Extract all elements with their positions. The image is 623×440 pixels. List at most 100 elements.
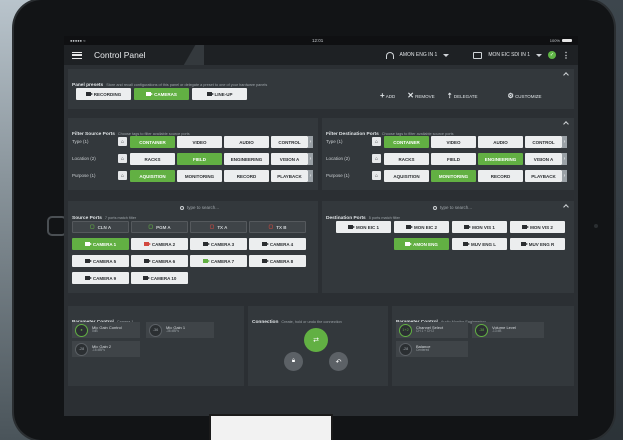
tag-icon[interactable]: ⌂ [118, 137, 127, 146]
port-camera-5[interactable]: CAMERA 5 [72, 255, 129, 267]
tag-icon[interactable]: ⌂ [118, 171, 127, 180]
undo-button[interactable]: ↶ [329, 352, 348, 371]
port-camera-1[interactable]: CAMERA 1 [72, 238, 129, 250]
video-monitor-select[interactable]: MON EIC SDI IN 1 [488, 52, 530, 58]
tag-icon[interactable]: ⌂ [372, 171, 381, 180]
volume-knob[interactable]: -38 [475, 323, 488, 337]
add-button[interactable]: + ADD [380, 91, 395, 100]
port-camera-8[interactable]: CAMERA 8 [249, 255, 306, 267]
type-filter-label: Type (1) [326, 139, 343, 144]
tag-control[interactable]: CONTROL [525, 136, 562, 148]
collapse-icon[interactable] [563, 72, 569, 78]
tag-racks[interactable]: RACKS [130, 153, 175, 165]
tag-icon[interactable]: ⌂ [372, 137, 381, 146]
port-muv-eng-r[interactable]: MUV ENG R [510, 238, 565, 250]
tag-audio[interactable]: AUDIO [478, 136, 523, 148]
tag-field[interactable]: FIELD [431, 153, 476, 165]
tag-icon[interactable]: ⌂ [372, 154, 381, 163]
channel-select[interactable]: 1+2 Channel Select CH 1 + CH 2 [396, 322, 468, 338]
tag-playback[interactable]: PLAYBACK [525, 170, 562, 182]
port-tx-a[interactable]: ▢ TX A [190, 221, 247, 233]
tag-vision-a[interactable]: VISION A [271, 153, 308, 165]
more-options-icon[interactable]: ⋮ [562, 51, 570, 60]
tag-container[interactable]: CONTAINER [130, 136, 175, 148]
connect-button[interactable]: ⇄ [304, 328, 328, 352]
port-cln-a[interactable]: ▢ CLN A [72, 221, 129, 233]
tag-racks[interactable]: RACKS [384, 153, 429, 165]
port-pgm-a[interactable]: ▢ PGM A [131, 221, 188, 233]
collapse-icon[interactable] [563, 121, 569, 127]
port-tx-b[interactable]: ▢ TX B [249, 221, 306, 233]
source-ports-section: Source Ports 7 ports match filter type to… [68, 201, 318, 293]
gain-knob[interactable]: -28 [75, 342, 88, 356]
port-mon-eic-2[interactable]: MON EIC 2 [394, 221, 449, 233]
port-muv-eng-l[interactable]: MUV ENG L [452, 238, 507, 250]
tag-audio[interactable]: AUDIO [224, 136, 269, 148]
chevron-down-icon[interactable] [443, 53, 450, 57]
toggle-knob[interactable]: ● [75, 323, 88, 337]
gain-knob[interactable]: -36 [149, 323, 162, 337]
scroll-right-icon[interactable]: › [308, 170, 313, 182]
scroll-right-icon[interactable]: › [562, 153, 567, 165]
chevron-down-icon[interactable] [536, 53, 542, 57]
scroll-right-icon[interactable]: › [308, 136, 313, 148]
scroll-right-icon[interactable]: › [562, 136, 567, 148]
port-mon-vis-1[interactable]: MON VIS 1 [452, 221, 507, 233]
preset-cameras-button[interactable]: CAMERAS [134, 88, 189, 100]
tag-playback[interactable]: PLAYBACK [271, 170, 308, 182]
source-search[interactable]: type to search... [180, 205, 219, 210]
tag-engineering[interactable]: ENGINEERING [224, 153, 269, 165]
tag-video[interactable]: VIDEO [177, 136, 222, 148]
tag-icon[interactable]: ⌂ [118, 154, 127, 163]
port-camera-3[interactable]: CAMERA 3 [190, 238, 247, 250]
tag-video[interactable]: VIDEO [431, 136, 476, 148]
port-camera-7[interactable]: CAMERA 7 [190, 255, 247, 267]
mic-gain-2[interactable]: -28 Mic Gain 2 -16 dBFs [72, 341, 140, 357]
panel-presets-subtitle: Store and recall configurations of this … [106, 83, 268, 87]
scroll-right-icon[interactable]: › [308, 153, 313, 165]
tag-field[interactable]: FIELD [177, 153, 222, 165]
port-camera-9[interactable]: CAMERA 9 [72, 272, 129, 284]
monitor-icon [522, 225, 530, 229]
app-bar: Control Panel AMON ENG IN 1 MON EIC SDI … [64, 45, 578, 65]
customize-button[interactable]: ⚙ CUSTOMIZE [508, 92, 542, 100]
port-camera-6[interactable]: CAMERA 6 [131, 255, 188, 267]
tag-aquisition[interactable]: AQUISITION [384, 170, 429, 182]
mic-gain-1[interactable]: -36 Mic Gain 1 -36 dBFs [146, 322, 214, 338]
tag-aquisition[interactable]: AQUISITION [130, 170, 175, 182]
destination-search-input[interactable]: type to search... [440, 205, 472, 210]
port-status-icon: ▢ [209, 224, 215, 230]
channel-knob[interactable]: 1+2 [399, 323, 412, 337]
volume-level[interactable]: -38 Volume Level -13 dB [472, 322, 544, 338]
preset-recording-button[interactable]: RECORDING [76, 88, 131, 100]
balance[interactable]: -28 Balance Centered [396, 341, 468, 357]
tag-control[interactable]: CONTROL [271, 136, 308, 148]
tag-monitoring[interactable]: MONITORING [177, 170, 222, 182]
destination-search[interactable]: type to search... [433, 205, 472, 210]
remove-button[interactable]: ✕ REMOVE [407, 91, 434, 100]
audio-monitor-select[interactable]: AMON ENG IN 1 [400, 52, 438, 58]
monitor-icon [405, 225, 413, 229]
tag-container[interactable]: CONTAINER [384, 136, 429, 148]
scroll-right-icon[interactable]: › [562, 170, 567, 182]
source-search-input[interactable]: type to search... [187, 205, 219, 210]
port-camera-2[interactable]: CAMERA 2 [131, 238, 188, 250]
tag-record[interactable]: RECORD [224, 170, 269, 182]
collapse-icon[interactable] [563, 204, 569, 210]
lock-button[interactable]: 🔒︎ [284, 352, 303, 371]
port-mon-vis-2[interactable]: MON VIS 2 [510, 221, 565, 233]
port-mon-eic-1[interactable]: MON EIC 1 [336, 221, 391, 233]
tag-vision-a[interactable]: VISION A [525, 153, 562, 165]
battery-icon [561, 39, 572, 42]
port-camera-4[interactable]: CAMERA 4 [249, 238, 306, 250]
tag-record[interactable]: RECORD [478, 170, 523, 182]
tag-engineering[interactable]: ENGINEERING [478, 153, 523, 165]
mic-gain-control[interactable]: ● Mic Gain Control 0dB [72, 322, 140, 338]
port-amon-eng[interactable]: AMON ENG [394, 238, 449, 250]
preset-lineup-button[interactable]: LINE-UP [192, 88, 247, 100]
balance-knob[interactable]: -28 [399, 342, 412, 356]
tag-monitoring[interactable]: MONITORING [431, 170, 476, 182]
menu-icon[interactable] [72, 51, 82, 59]
delegate-button[interactable]: ⇡ DELEGATE [447, 92, 478, 100]
port-camera-10[interactable]: CAMERA 10 [131, 272, 188, 284]
